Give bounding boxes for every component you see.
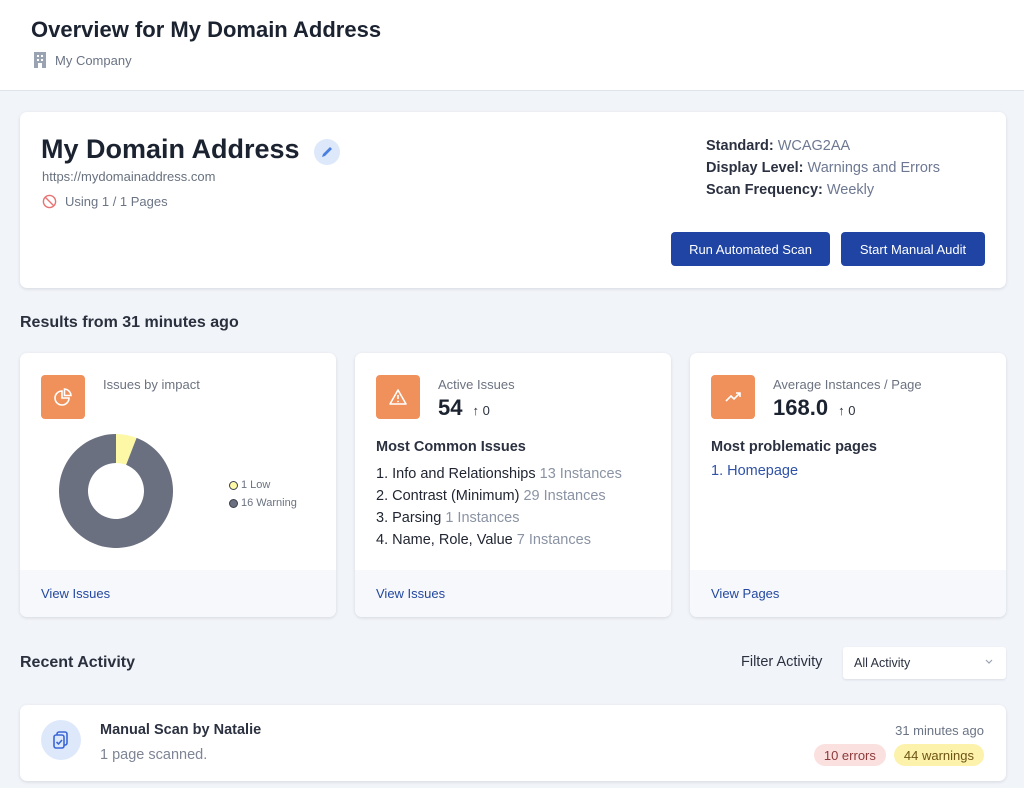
setting-scan-frequency: Scan Frequency: Weekly [706,182,875,198]
errors-badge: 10 errors [813,744,886,766]
building-icon [34,52,46,68]
chart-legend: 1 Low 16 Warning [229,476,297,512]
issue-item[interactable]: 1. Info and Relationships 13 Instances [376,463,622,485]
average-instances-value: 168.0 ↑ 0 [773,395,856,420]
company-name: My Company [55,52,132,68]
pie-chart-icon [54,388,72,406]
common-issues-list: 1. Info and Relationships 13 Instances 2… [376,463,622,551]
filter-activity-label: Filter Activity [741,654,823,670]
setting-display-level: Display Level: Warnings and Errors [706,160,940,176]
domain-card: My Domain Address https://mydomainaddres… [20,112,1006,288]
chevron-down-icon [985,659,993,664]
card-footer: View Issues [20,570,336,617]
activity-description: 1 page scanned. [100,747,208,763]
recent-activity-title: Recent Activity [20,654,135,671]
view-pages-link[interactable]: View Pages [711,586,779,601]
start-manual-audit-button[interactable]: Start Manual Audit [841,232,985,266]
company-breadcrumb[interactable]: My Company [33,52,132,68]
active-issues-label: Active Issues [438,377,515,392]
legend-item-low: 1 Low [229,476,297,494]
trending-up-icon [725,392,741,402]
run-automated-scan-button[interactable]: Run Automated Scan [671,232,830,266]
arrow-up-icon: ↑ [838,403,845,418]
impact-donut-chart [58,434,173,548]
icon-box [41,375,85,419]
warnings-badge: 44 warnings [893,744,984,766]
pencil-icon [322,147,332,157]
pages-usage-text: Using 1 / 1 Pages [65,194,168,209]
issue-item[interactable]: 2. Contrast (Minimum) 29 Instances [376,485,622,507]
page-header: Overview for My Domain Address My Compan… [0,0,1024,91]
icon-box [376,375,420,419]
filter-activity-select[interactable]: All Activity [843,647,1006,679]
impact-label: Issues by impact [103,377,200,392]
legend-item-warning: 16 Warning [229,494,297,512]
icon-box [711,375,755,419]
clipboard-check-icon [53,731,68,749]
most-problematic-pages-title: Most problematic pages [711,439,877,455]
view-issues-link[interactable]: View Issues [41,586,110,601]
problematic-page-link[interactable]: 1. Homepage [711,463,798,479]
card-footer: View Issues [355,570,671,617]
legend-dot-warning [229,498,238,508]
issue-item[interactable]: 3. Parsing 1 Instances [376,507,622,529]
warning-icon [389,389,407,405]
most-common-issues-title: Most Common Issues [376,439,526,455]
average-instances-label: Average Instances / Page [773,377,922,392]
results-title: Results from 31 minutes ago [20,314,239,331]
card-footer: View Pages [690,570,1006,617]
view-issues-link[interactable]: View Issues [376,586,445,601]
donut-slice-warning [58,434,173,548]
arrow-up-icon: ↑ [472,403,479,418]
activity-item[interactable]: Manual Scan by Natalie 1 page scanned. 3… [20,705,1006,781]
page-title: Overview for My Domain Address [31,17,382,42]
edit-domain-button[interactable] [314,139,340,165]
domain-url: https://mydomainaddress.com [42,169,216,184]
pages-usage: Using 1 / 1 Pages [42,194,168,209]
average-instances-card: Average Instances / Page 168.0 ↑ 0 Most … [690,353,1006,617]
active-issues-value: 54 ↑ 0 [438,395,490,420]
activity-timestamp: 31 minutes ago [895,723,984,738]
issue-item[interactable]: 4. Name, Role, Value 7 Instances [376,529,622,551]
scan-settings: Standard: WCAG2AA Display Level: Warning… [706,135,940,201]
delta: ↑ 0 [472,403,490,418]
activity-badges: 10 errors 44 warnings [813,744,984,766]
domain-name: My Domain Address [41,134,300,164]
delta: ↑ 0 [838,403,856,418]
legend-dot-low [229,480,238,490]
prohibited-icon [42,194,57,209]
active-issues-card: Active Issues 54 ↑ 0 Most Common Issues … [355,353,671,617]
issues-by-impact-card: Issues by impact 1 Low 16 Warning View I… [20,353,336,617]
setting-standard: Standard: WCAG2AA [706,138,851,154]
activity-title: Manual Scan by Natalie [100,722,262,738]
activity-icon [41,720,81,760]
